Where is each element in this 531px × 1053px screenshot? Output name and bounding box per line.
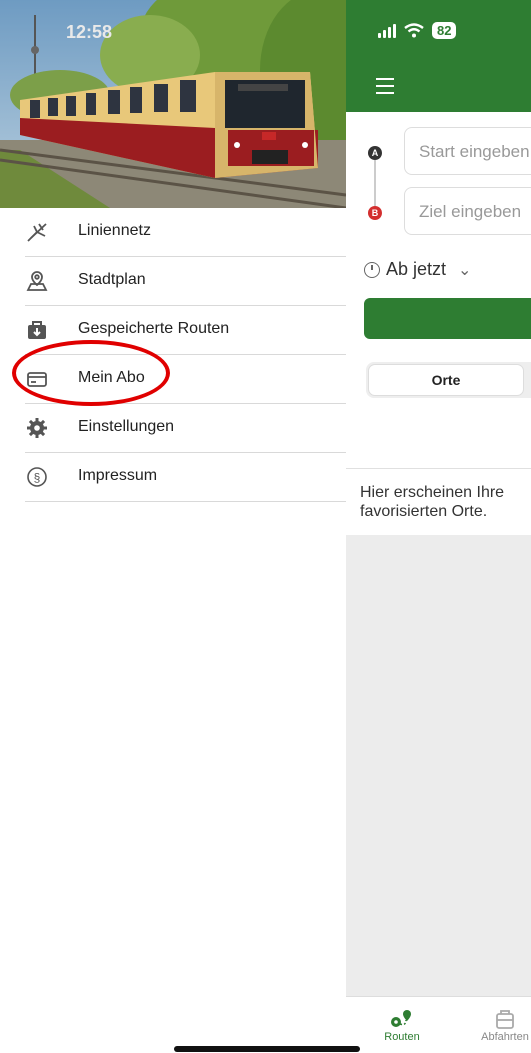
trip-planner: A B Start eingeben Ziel eingeben Ab jetz… bbox=[346, 112, 531, 535]
search-route-button[interactable] bbox=[364, 298, 531, 339]
wifi-icon bbox=[404, 23, 424, 38]
favorites-empty-state: Hier erscheinen Ihre favorisierten Orte. bbox=[346, 468, 531, 535]
waypoint-a-icon: A bbox=[368, 146, 382, 160]
svg-text:§: § bbox=[34, 471, 41, 485]
main-app-panel: 82 A B Start eingeben Ziel eingeben Ab j… bbox=[346, 0, 531, 1053]
hamburger-menu-icon[interactable] bbox=[376, 78, 394, 99]
departure-board-icon bbox=[470, 1007, 531, 1031]
menu-item-einstellungen[interactable]: Einstellungen bbox=[25, 404, 346, 453]
waypoint-connector bbox=[374, 160, 376, 206]
menu-item-stadtplan[interactable]: Stadtplan bbox=[25, 257, 346, 306]
status-time: 12:58 bbox=[66, 22, 113, 42]
navigation-drawer: 12:58 Liniennetz Stadtplan Gespeicherte … bbox=[0, 0, 346, 1053]
bottom-tab-bar: Routen Abfahrten bbox=[346, 996, 531, 1053]
status-bar-right: 82 bbox=[378, 22, 457, 39]
tab-routen[interactable]: Routen bbox=[374, 1007, 430, 1043]
destination-input[interactable]: Ziel eingeben bbox=[404, 187, 531, 235]
saved-routes-icon bbox=[25, 318, 49, 342]
route-icon bbox=[374, 1007, 430, 1031]
s-bahn-train-image bbox=[0, 0, 346, 208]
menu-label: Einstellungen bbox=[78, 418, 175, 435]
favorites-empty-text: Hier erscheinen Ihre favorisierten Orte. bbox=[360, 484, 505, 520]
map-pin-icon bbox=[25, 269, 49, 293]
battery-indicator: 82 bbox=[432, 22, 457, 39]
highlight-annotation-circle bbox=[12, 340, 170, 406]
gear-icon bbox=[25, 416, 49, 440]
tab-routen-label: Routen bbox=[384, 1031, 420, 1043]
menu-label: Impressum bbox=[78, 467, 158, 484]
app-header: 82 bbox=[346, 0, 531, 112]
signal-icon bbox=[378, 23, 396, 38]
tab-abfahrten[interactable]: Abfahrten bbox=[470, 1007, 531, 1043]
menu-label: Liniennetz bbox=[78, 222, 151, 239]
segmented-control: Orte bbox=[366, 362, 531, 398]
menu-item-liniennetz[interactable]: Liniennetz bbox=[25, 208, 346, 257]
tab-abfahrten-label: Abfahrten bbox=[481, 1031, 529, 1043]
drawer-header-image: 12:58 bbox=[0, 0, 346, 208]
segment-orte[interactable]: Orte bbox=[368, 364, 524, 396]
home-indicator bbox=[174, 1046, 360, 1052]
clock-icon bbox=[364, 261, 380, 278]
section-sign-icon: § bbox=[25, 465, 49, 489]
chevron-down-icon: ⌄ bbox=[458, 261, 472, 279]
menu-label: Gespeicherte Routen bbox=[78, 320, 230, 337]
network-map-icon bbox=[25, 220, 49, 244]
departure-time-selector[interactable]: Ab jetzt ⌄ bbox=[364, 259, 471, 280]
departure-time-label: Ab jetzt bbox=[386, 259, 447, 279]
waypoint-b-icon: B bbox=[368, 206, 382, 220]
menu-label: Stadtplan bbox=[78, 271, 146, 288]
menu-item-impressum[interactable]: § Impressum bbox=[25, 453, 346, 502]
start-input[interactable]: Start eingeben bbox=[404, 127, 531, 175]
